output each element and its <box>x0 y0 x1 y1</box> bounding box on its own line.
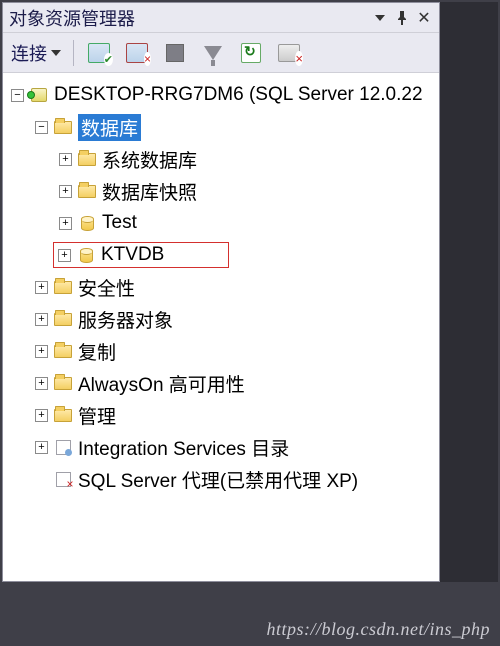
server-objects-label: 服务器对象 <box>78 306 173 333</box>
alwayson-label: AlwaysOn 高可用性 <box>78 370 245 397</box>
expand-toggle[interactable]: + <box>59 185 72 198</box>
db-test-label: Test <box>102 212 137 234</box>
tree-node-ssis[interactable]: + Integration Services 目录 <box>7 431 435 463</box>
management-label: 管理 <box>78 402 116 429</box>
object-explorer-panel: 对象资源管理器 ✕ 连接 − DESKTOP-RRG7DM6 (SQL Serv… <box>2 2 440 582</box>
folder-icon <box>54 310 72 328</box>
folder-icon <box>54 374 72 392</box>
remove-server-button[interactable] <box>276 40 302 66</box>
server-icon <box>30 86 48 104</box>
tree-node-management[interactable]: + 管理 <box>7 399 435 431</box>
expand-toggle[interactable]: − <box>11 89 24 102</box>
expand-toggle[interactable]: + <box>59 153 72 166</box>
expand-toggle[interactable]: + <box>35 313 48 326</box>
server-label: DESKTOP-RRG7DM6 (SQL Server 12.0.22 <box>54 84 423 106</box>
replication-label: 复制 <box>78 338 116 365</box>
tree-node-databases[interactable]: − 数据库 <box>7 111 435 143</box>
tree-node-agent[interactable]: SQL Server 代理(已禁用代理 XP) <box>7 463 435 495</box>
expand-toggle[interactable]: − <box>35 121 48 134</box>
stop-icon <box>166 44 184 62</box>
pin-icon[interactable] <box>393 9 411 27</box>
tree-node-db-ktvdb[interactable]: + KTVDB <box>7 239 435 271</box>
connect-label: 连接 <box>11 40 47 66</box>
server-remove-icon <box>278 44 300 62</box>
no-expand <box>35 473 48 486</box>
database-icon <box>77 246 95 264</box>
database-icon <box>78 214 96 232</box>
folder-icon <box>78 182 96 200</box>
server-connect-icon <box>88 43 110 63</box>
security-label: 安全性 <box>78 274 135 301</box>
expand-toggle[interactable]: + <box>35 281 48 294</box>
panel-title: 对象资源管理器 <box>9 5 367 31</box>
databases-label: 数据库 <box>78 114 141 141</box>
panel-titlebar: 对象资源管理器 ✕ <box>3 3 439 33</box>
window-position-menu[interactable] <box>371 9 389 27</box>
close-icon[interactable]: ✕ <box>415 9 433 27</box>
snapshots-label: 数据库快照 <box>102 178 197 205</box>
toolbar: 连接 <box>3 33 439 73</box>
watermark-text: https://blog.csdn.net/ins_php <box>267 619 491 640</box>
folder-icon <box>54 118 72 136</box>
folder-icon <box>54 342 72 360</box>
tree-node-security[interactable]: + 安全性 <box>7 271 435 303</box>
expand-toggle[interactable]: + <box>58 249 71 262</box>
tree-node-snapshots[interactable]: + 数据库快照 <box>7 175 435 207</box>
agent-label: SQL Server 代理(已禁用代理 XP) <box>78 466 358 493</box>
server-disconnect-icon <box>126 43 148 63</box>
db-ktvdb-label: KTVDB <box>101 244 164 266</box>
funnel-icon <box>204 46 222 60</box>
chevron-down-icon <box>51 50 61 56</box>
expand-toggle[interactable]: + <box>35 345 48 358</box>
refresh-icon <box>241 43 261 63</box>
agent-icon <box>54 470 72 488</box>
refresh-button[interactable] <box>238 40 264 66</box>
ssis-label: Integration Services 目录 <box>78 434 289 461</box>
toolbar-separator <box>73 40 74 66</box>
folder-icon <box>54 406 72 424</box>
tree-node-alwayson[interactable]: + AlwaysOn 高可用性 <box>7 367 435 399</box>
tree-node-db-test[interactable]: + Test <box>7 207 435 239</box>
expand-toggle[interactable]: + <box>35 377 48 390</box>
stop-button[interactable] <box>162 40 188 66</box>
tree-node-system-dbs[interactable]: + 系统数据库 <box>7 143 435 175</box>
expand-toggle[interactable]: + <box>59 217 72 230</box>
connect-button[interactable]: 连接 <box>11 40 61 66</box>
expand-toggle[interactable]: + <box>35 441 48 454</box>
tree-view[interactable]: − DESKTOP-RRG7DM6 (SQL Server 12.0.22 − … <box>3 73 439 581</box>
tree-node-replication[interactable]: + 复制 <box>7 335 435 367</box>
folder-icon <box>78 150 96 168</box>
tree-node-server-objects[interactable]: + 服务器对象 <box>7 303 435 335</box>
tree-node-server[interactable]: − DESKTOP-RRG7DM6 (SQL Server 12.0.22 <box>7 79 435 111</box>
disconnect-server-button[interactable] <box>124 40 150 66</box>
ssis-icon <box>54 438 72 456</box>
connect-server-button[interactable] <box>86 40 112 66</box>
folder-icon <box>54 278 72 296</box>
expand-toggle[interactable]: + <box>35 409 48 422</box>
filter-button[interactable] <box>200 40 226 66</box>
system-dbs-label: 系统数据库 <box>102 146 197 173</box>
